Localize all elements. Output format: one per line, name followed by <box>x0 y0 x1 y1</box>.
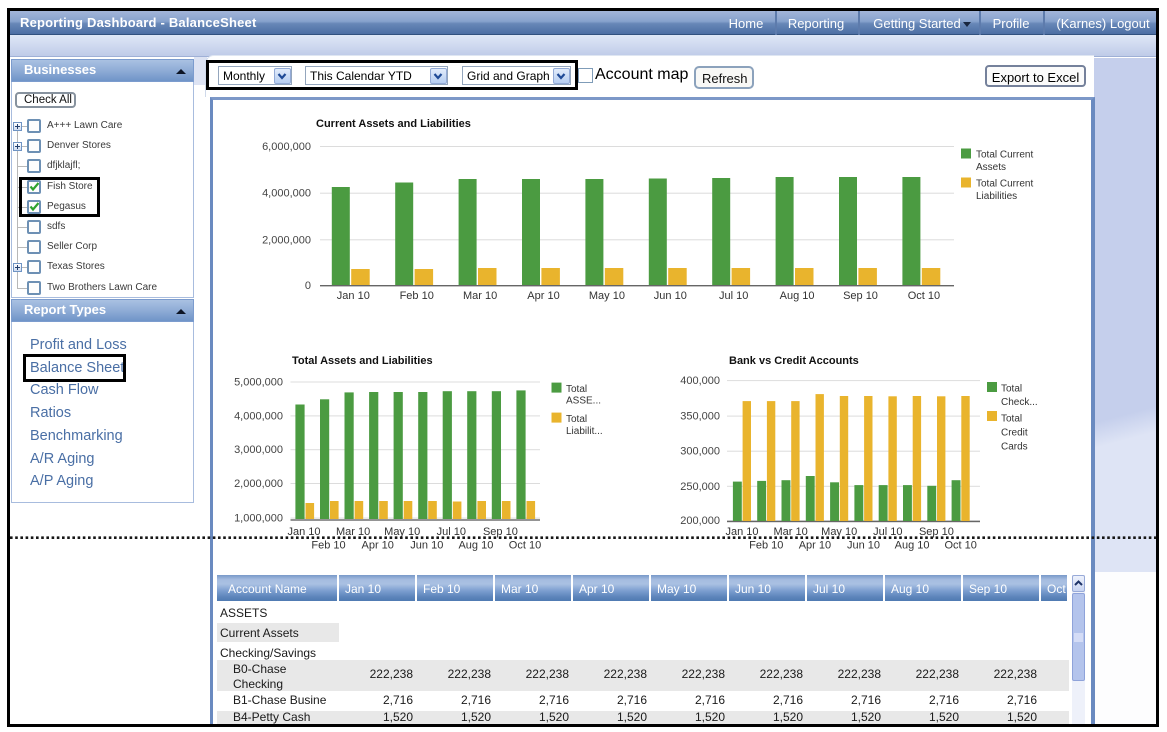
svg-text:Oct 10: Oct 10 <box>908 290 940 302</box>
svg-text:1,000,000: 1,000,000 <box>234 513 283 525</box>
svg-text:Check...: Check... <box>1001 397 1038 408</box>
svg-text:Total Current: Total Current <box>976 150 1033 161</box>
svg-text:May 10: May 10 <box>589 290 625 302</box>
svg-text:Jun 10: Jun 10 <box>654 290 687 302</box>
svg-text:Sep 10: Sep 10 <box>843 290 878 302</box>
svg-text:Oct 10: Oct 10 <box>509 540 541 552</box>
svg-text:200,000: 200,000 <box>680 515 720 527</box>
svg-text:250,000: 250,000 <box>680 481 720 493</box>
svg-text:Apr 10: Apr 10 <box>799 540 831 552</box>
svg-text:Aug 10: Aug 10 <box>780 290 815 302</box>
svg-text:Jun 10: Jun 10 <box>847 540 880 552</box>
svg-text:Cards: Cards <box>1001 442 1028 453</box>
svg-text:0: 0 <box>305 280 311 292</box>
svg-text:Jul 10: Jul 10 <box>719 290 748 302</box>
svg-text:Total: Total <box>1001 384 1022 395</box>
svg-text:Feb 10: Feb 10 <box>400 290 434 302</box>
svg-text:5,000,000: 5,000,000 <box>234 377 283 389</box>
svg-text:Credit: Credit <box>1001 427 1028 438</box>
svg-text:Assets: Assets <box>976 162 1006 173</box>
svg-text:Feb 10: Feb 10 <box>311 540 345 552</box>
svg-text:Total Current: Total Current <box>976 179 1033 190</box>
svg-text:400,000: 400,000 <box>680 375 720 387</box>
svg-text:300,000: 300,000 <box>680 446 720 458</box>
svg-text:Current Assets and Liabilities: Current Assets and Liabilities <box>316 118 471 130</box>
svg-text:6,000,000: 6,000,000 <box>262 141 311 153</box>
svg-text:Apr 10: Apr 10 <box>361 540 393 552</box>
svg-text:Apr 10: Apr 10 <box>527 290 559 302</box>
svg-text:Jan 10: Jan 10 <box>337 290 370 302</box>
svg-text:Total: Total <box>566 414 587 425</box>
svg-text:4,000,000: 4,000,000 <box>234 410 283 422</box>
svg-text:3,000,000: 3,000,000 <box>234 444 283 456</box>
svg-text:Aug 10: Aug 10 <box>895 540 930 552</box>
svg-text:Jun 10: Jun 10 <box>410 540 443 552</box>
svg-text:Total: Total <box>1001 413 1022 424</box>
svg-text:4,000,000: 4,000,000 <box>262 188 311 200</box>
svg-text:Total: Total <box>566 384 587 395</box>
svg-text:Liabilit...: Liabilit... <box>566 426 603 437</box>
svg-text:Bank vs Credit Accounts: Bank vs Credit Accounts <box>729 355 859 367</box>
svg-text:Mar 10: Mar 10 <box>463 290 497 302</box>
svg-text:Total Assets and Liabilities: Total Assets and Liabilities <box>292 355 433 367</box>
svg-text:Feb 10: Feb 10 <box>749 540 783 552</box>
svg-text:2,000,000: 2,000,000 <box>262 234 311 246</box>
svg-text:ASSE...: ASSE... <box>566 395 601 406</box>
svg-text:350,000: 350,000 <box>680 411 720 423</box>
svg-text:Oct 10: Oct 10 <box>944 540 976 552</box>
svg-text:2,000,000: 2,000,000 <box>234 478 283 490</box>
svg-text:Liabilities: Liabilities <box>976 191 1017 202</box>
svg-text:Aug 10: Aug 10 <box>458 540 493 552</box>
